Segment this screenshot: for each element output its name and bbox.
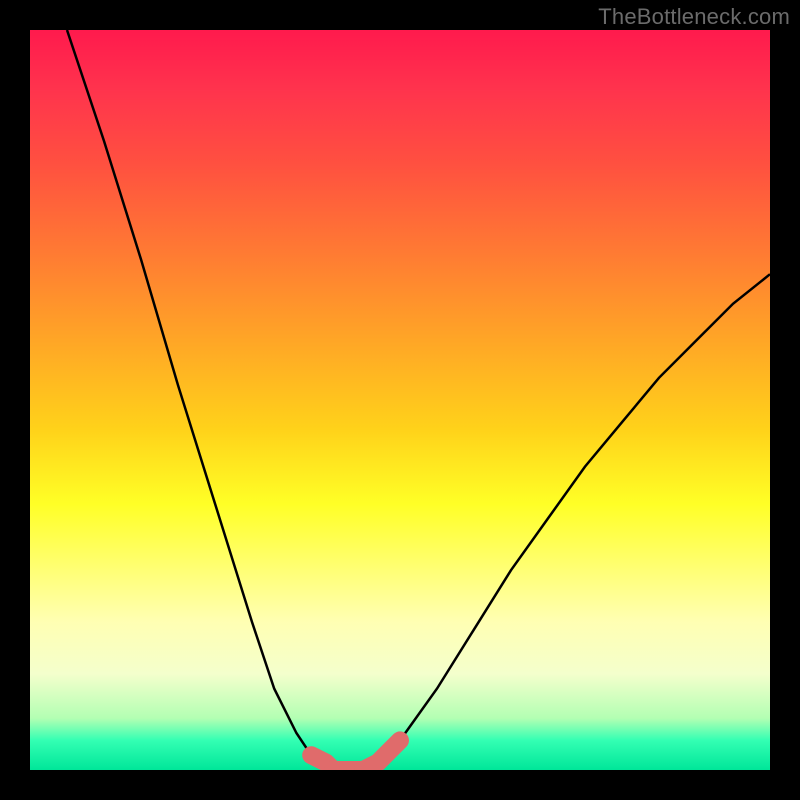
highlight-dip-right-segment — [363, 740, 400, 770]
plot-area — [30, 30, 770, 770]
curve-left-branch — [67, 30, 333, 770]
highlight-layer — [311, 740, 400, 770]
chart-svg — [30, 30, 770, 770]
curve-layer — [67, 30, 770, 770]
curve-right-branch — [363, 274, 770, 770]
watermark-text: TheBottleneck.com — [598, 4, 790, 30]
chart-frame: TheBottleneck.com — [0, 0, 800, 800]
